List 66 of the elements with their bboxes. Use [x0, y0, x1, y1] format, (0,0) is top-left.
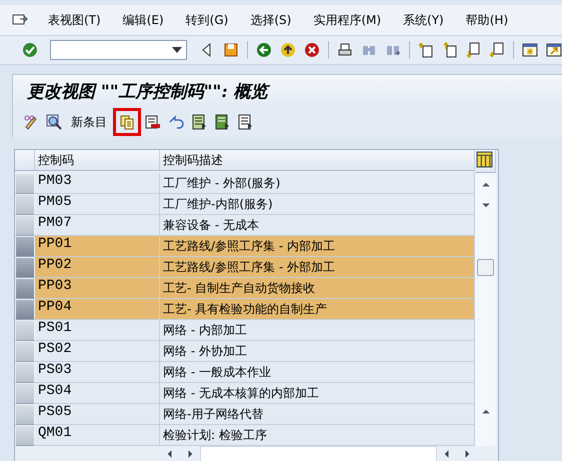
up-icon[interactable]	[280, 42, 296, 58]
column-header[interactable]: 控制码	[35, 150, 160, 171]
table-cell: 网络 - 无成本核算的内部加工	[160, 383, 475, 404]
table-cell: PM03	[35, 173, 160, 194]
table-cell: PS03	[35, 362, 160, 383]
magnifier-icon[interactable]	[46, 114, 62, 130]
new-entries-button[interactable]: 新条目	[69, 114, 109, 130]
select-all-icon[interactable]	[191, 114, 207, 130]
command-field[interactable]	[50, 40, 188, 60]
table-cell: 工艺路线/参照工序集 - 外部加工	[160, 257, 475, 278]
table-cell: 网络 - 内部加工	[160, 320, 475, 341]
menu-item[interactable]: 表视图(T)	[48, 12, 101, 28]
deselect-all-icon[interactable]	[237, 114, 253, 130]
table-cell: QM01	[35, 425, 160, 446]
table-cell: 工艺- 自制生产自动货物接收	[160, 278, 475, 299]
row-selector[interactable]	[15, 278, 35, 299]
table-cell: PP03	[35, 278, 160, 299]
page-down-last-icon[interactable]	[489, 42, 506, 58]
column-settings-icon[interactable]	[476, 151, 493, 168]
table-cell: PS02	[35, 341, 160, 362]
table-cell: PS04	[35, 383, 160, 404]
table-cell: 工厂维护-内部(服务)	[160, 194, 475, 215]
page-up-first-icon[interactable]	[418, 42, 434, 58]
table-cell: 工艺路线/参照工序集 - 内部加工	[160, 236, 475, 257]
menu-item[interactable]: 选择(S)	[250, 12, 292, 28]
pencil-glasses-icon[interactable]	[23, 114, 39, 130]
table-cell: PS01	[35, 320, 160, 341]
dropdown-icon[interactable]	[171, 46, 184, 54]
table-cell: 工厂维护 - 外部(服务)	[160, 173, 475, 194]
save-icon[interactable]	[223, 42, 240, 58]
menu-item[interactable]: 编辑(E)	[122, 12, 164, 28]
check-icon[interactable]	[22, 42, 38, 58]
table-cell: PS05	[35, 404, 160, 425]
shortcut-icon[interactable]	[546, 42, 562, 58]
table-cell: PP01	[35, 236, 160, 257]
table-cell: 网络 - 一般成本作业	[160, 362, 475, 383]
menu-item[interactable]: 帮助(H)	[466, 12, 508, 28]
copy-icon[interactable]	[119, 114, 135, 130]
select-block-icon[interactable]	[214, 114, 230, 130]
new-window-icon[interactable]	[522, 42, 538, 58]
menu-item[interactable]: 转到(G)	[186, 12, 228, 28]
menu-item[interactable]: 系统(Y)	[403, 12, 444, 28]
table-cell: 网络 - 外协加工	[160, 341, 475, 362]
table-cell: PM07	[35, 215, 160, 236]
table-cell: PP04	[35, 299, 160, 320]
column-header[interactable]: 控制码描述	[160, 150, 475, 171]
page-down-icon[interactable]	[465, 42, 482, 58]
screen-title: 更改视图 ""工序控制码"": 概览	[27, 81, 268, 103]
menu-item[interactable]: 实用程序(M)	[313, 12, 382, 28]
scroll-track[interactable]	[200, 446, 437, 461]
page-up-icon[interactable]	[442, 42, 458, 58]
table-cell: 兼容设备 - 无成本	[160, 215, 475, 236]
undo-icon[interactable]	[168, 114, 184, 130]
scroll-thumb[interactable]	[477, 259, 494, 276]
table-cell: 工艺- 具有检验功能的自制生产	[160, 299, 475, 320]
cancel-icon[interactable]	[304, 42, 320, 58]
table-cell: 检验计划: 检验工序	[160, 425, 475, 446]
row-selector[interactable]	[15, 257, 35, 278]
delete-row-icon[interactable]	[145, 114, 161, 130]
back-icon[interactable]	[256, 42, 272, 58]
table-cell: PP02	[35, 257, 160, 278]
table-cell: PM05	[35, 194, 160, 215]
row-selector[interactable]	[15, 299, 35, 320]
table-cell: 网络-用子网络代替	[160, 404, 475, 425]
print-icon[interactable]	[336, 42, 353, 58]
row-selector[interactable]	[15, 236, 35, 257]
